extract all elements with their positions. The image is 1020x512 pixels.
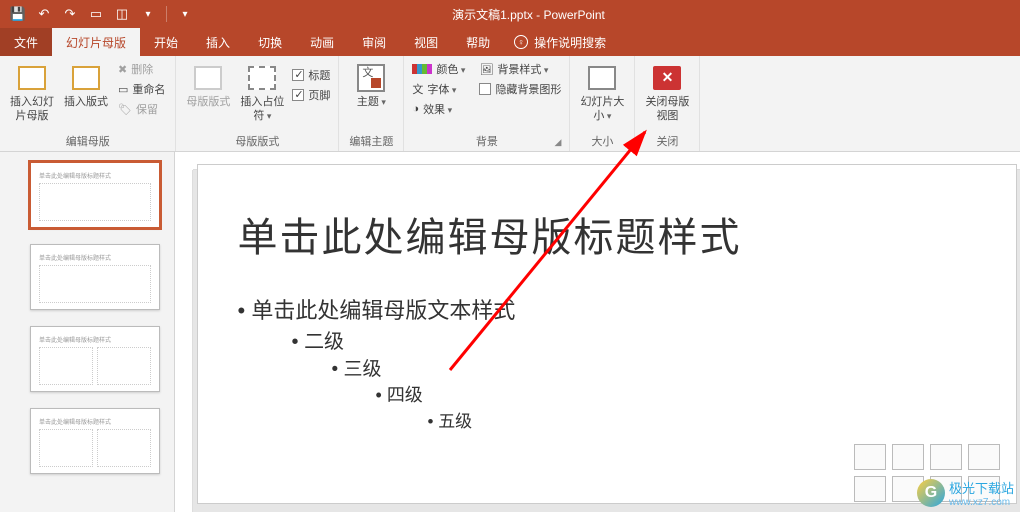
slide-thumbnails-pane[interactable]: 单击此处编辑母版标题样式 单击此处编辑母版标题样式 单击此处编辑母版标题样式 单… xyxy=(0,152,175,512)
tab-transitions[interactable]: 切换 xyxy=(244,28,296,56)
tab-insert[interactable]: 插入 xyxy=(192,28,244,56)
fonts-icon: 文 xyxy=(412,81,423,97)
tab-slide-master[interactable]: 幻灯片母版 xyxy=(52,28,140,56)
tell-me-label: 操作说明搜索 xyxy=(534,34,606,51)
preserve-icon: 🏷 xyxy=(118,103,132,116)
master-text-placeholder[interactable]: 单击此处编辑母版文本样式 二级 三级 四级 五级 xyxy=(238,293,976,432)
redo-icon[interactable]: ↷ xyxy=(58,2,82,26)
effects-button[interactable]: ◑效果 xyxy=(412,100,465,118)
table-icon[interactable] xyxy=(854,444,886,470)
effects-icon: ◑ xyxy=(412,103,419,115)
watermark-name: 极光下载站 xyxy=(949,481,1014,496)
hide-bg-checkbox[interactable]: 隐藏背景图形 xyxy=(479,80,561,98)
thumb-title: 单击此处编辑母版标题样式 xyxy=(39,171,151,180)
delete-button: ✖删除 xyxy=(116,60,167,78)
insert-layout-label: 插入版式 xyxy=(64,96,108,110)
dialog-launcher-icon[interactable]: ◢ xyxy=(555,137,562,148)
slide-size-button[interactable]: 幻灯片大小 xyxy=(578,60,626,124)
qat-customize-icon[interactable]: ▾ xyxy=(136,2,160,26)
insert-placeholder-button[interactable]: 插入占位符 xyxy=(238,60,286,124)
group-background: 颜色 文字体 ◑效果 🖼背景样式 隐藏背景图形 背景◢ xyxy=(404,56,570,151)
group-close-label: 关闭 xyxy=(643,131,691,149)
master-title-placeholder[interactable]: 单击此处编辑母版标题样式 xyxy=(238,205,976,263)
checkbox-icon: ✓ xyxy=(292,69,304,81)
text-level-2: 二级 xyxy=(292,325,976,354)
group-edit-master: 插入幻灯片母版 插入版式 ✖删除 ▭重命名 🏷保留 编辑母版 xyxy=(0,56,176,151)
delete-icon: ✖ xyxy=(118,63,127,76)
smartart-icon[interactable] xyxy=(930,444,962,470)
group-background-label: 背景◢ xyxy=(412,131,561,149)
checkbox-icon: ✓ xyxy=(292,89,304,101)
group-size-label: 大小 xyxy=(578,131,626,149)
master-layout-button: 母版版式 xyxy=(184,60,232,110)
slide-master-icon xyxy=(16,62,48,94)
text-level-4: 四级 xyxy=(376,381,976,407)
vertical-ruler xyxy=(175,170,193,512)
themes-button[interactable]: 主题 xyxy=(347,60,395,110)
rename-button[interactable]: ▭重命名 xyxy=(116,80,167,98)
tab-review[interactable]: 审阅 xyxy=(348,28,400,56)
tell-me-search[interactable]: ♀ 操作说明搜索 xyxy=(504,28,616,56)
layout-icon xyxy=(70,62,102,94)
lightbulb-icon: ♀ xyxy=(514,35,528,49)
title-checkbox[interactable]: ✓标题 xyxy=(292,66,330,84)
3d-model-icon[interactable] xyxy=(968,444,1000,470)
bg-styles-button[interactable]: 🖼背景样式 xyxy=(479,60,561,78)
group-edit-theme: 主题 编辑主题 xyxy=(339,56,404,151)
watermark-url: www.xz7.com xyxy=(949,497,1014,508)
footer-checkbox[interactable]: ✓页脚 xyxy=(292,86,330,104)
group-size: 幻灯片大小 大小 xyxy=(570,56,635,151)
start-from-beginning-icon[interactable]: ▭ xyxy=(84,2,108,26)
fonts-button[interactable]: 文字体 xyxy=(412,80,465,98)
layout-thumbnail[interactable]: 单击此处编辑母版标题样式 xyxy=(30,326,160,392)
close-icon: ✕ xyxy=(651,62,683,94)
qat-extra-icon[interactable]: ◫ xyxy=(110,2,134,26)
chart-icon[interactable] xyxy=(892,444,924,470)
group-close: ✕ 关闭母版视图 关闭 xyxy=(635,56,700,151)
document-title: 演示文稿1.pptx - PowerPoint xyxy=(197,6,860,23)
qat-overflow-icon[interactable]: ▾ xyxy=(173,2,197,26)
undo-icon[interactable]: ↶ xyxy=(32,2,56,26)
tab-view[interactable]: 视图 xyxy=(400,28,452,56)
text-level-3: 三级 xyxy=(332,354,976,381)
master-slide[interactable]: 单击此处编辑母版标题样式 单击此处编辑母版文本样式 二级 三级 四级 五级 xyxy=(197,164,1017,504)
close-master-view-button[interactable]: ✕ 关闭母版视图 xyxy=(643,60,691,124)
thumb-title: 单击此处编辑母版标题样式 xyxy=(39,253,151,262)
slide-size-icon xyxy=(586,62,618,94)
group-master-layout-label: 母版版式 xyxy=(184,131,330,149)
insert-slide-master-label: 插入幻灯片母版 xyxy=(8,96,56,124)
placeholder-icon xyxy=(246,62,278,94)
save-icon[interactable]: 💾 xyxy=(6,2,30,26)
watermark-logo-icon: G xyxy=(917,479,945,507)
thumb-title: 单击此处编辑母版标题样式 xyxy=(39,417,151,426)
master-layout-icon xyxy=(192,62,224,94)
colors-button[interactable]: 颜色 xyxy=(412,60,465,78)
themes-icon xyxy=(355,62,387,94)
insert-layout-button[interactable]: 插入版式 xyxy=(62,60,110,110)
group-master-layout: 母版版式 插入占位符 ✓标题 ✓页脚 母版版式 xyxy=(176,56,339,151)
thumb-title: 单击此处编辑母版标题样式 xyxy=(39,335,151,344)
preserve-button: 🏷保留 xyxy=(116,100,167,118)
tab-file[interactable]: 文件 xyxy=(0,28,52,56)
slide-editor[interactable]: 单击此处编辑母版标题样式 单击此处编辑母版文本样式 二级 三级 四级 五级 xyxy=(175,152,1020,512)
watermark: G 极光下载站 www.xz7.com xyxy=(917,478,1014,508)
master-thumbnail[interactable]: 单击此处编辑母版标题样式 xyxy=(30,162,160,228)
text-level-1: 单击此处编辑母版文本样式 xyxy=(238,293,976,325)
colors-icon xyxy=(412,64,432,74)
tab-home[interactable]: 开始 xyxy=(140,28,192,56)
tab-help[interactable]: 帮助 xyxy=(452,28,504,56)
layout-thumbnail[interactable]: 单击此处编辑母版标题样式 xyxy=(30,408,160,474)
tab-animations[interactable]: 动画 xyxy=(296,28,348,56)
picture-icon[interactable] xyxy=(854,476,886,502)
rename-icon: ▭ xyxy=(118,83,128,96)
checkbox-icon xyxy=(479,83,491,95)
group-edit-theme-label: 编辑主题 xyxy=(347,131,395,149)
insert-slide-master-button[interactable]: 插入幻灯片母版 xyxy=(8,60,56,124)
text-level-5: 五级 xyxy=(428,407,976,432)
group-edit-master-label: 编辑母版 xyxy=(8,131,167,149)
bg-styles-icon: 🖼 xyxy=(479,63,493,76)
layout-thumbnail[interactable]: 单击此处编辑母版标题样式 xyxy=(30,244,160,310)
